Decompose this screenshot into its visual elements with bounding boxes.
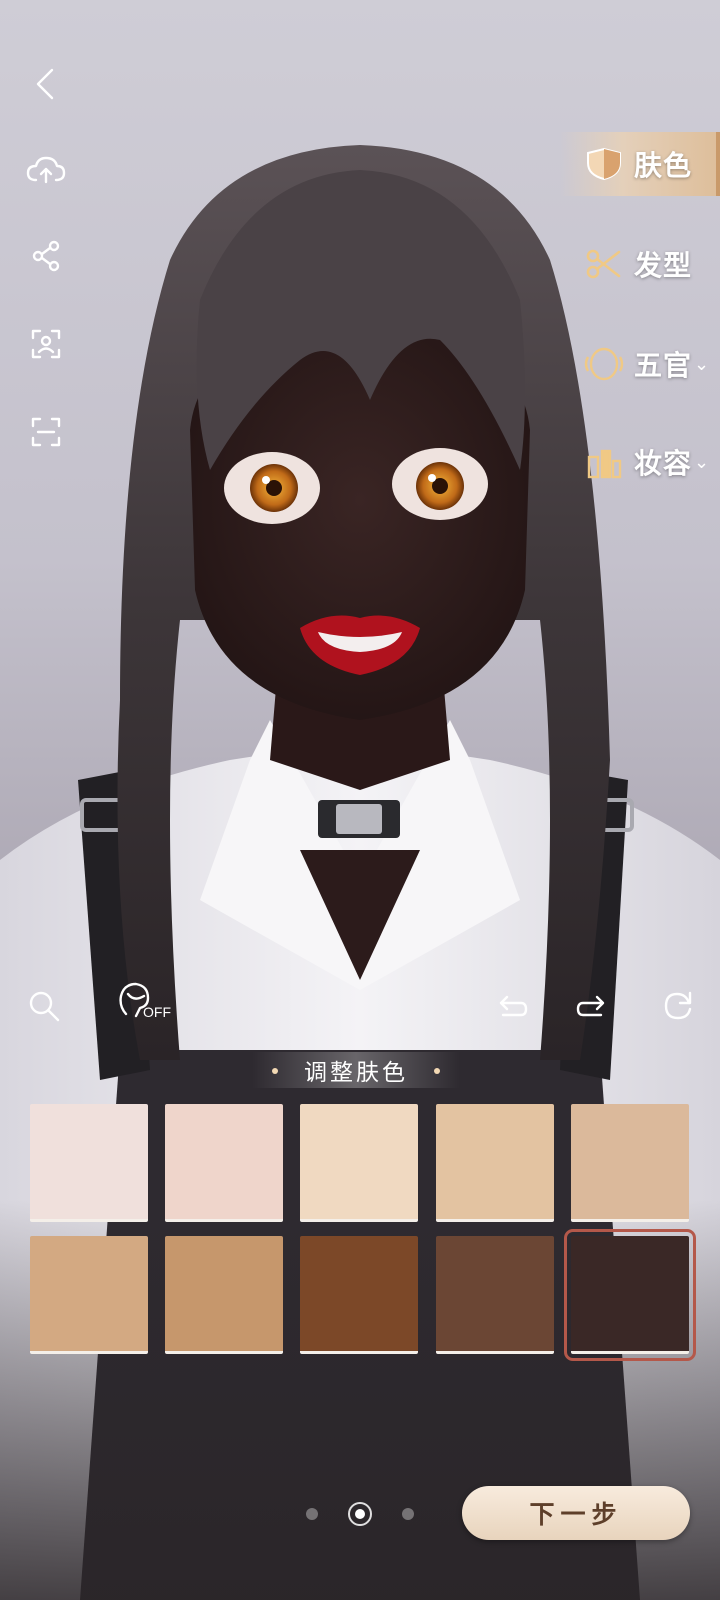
skin-swatch[interactable] — [30, 1236, 148, 1354]
hair-toggle-state: OFF — [143, 1004, 171, 1020]
skin-swatch[interactable] — [300, 1236, 418, 1354]
decor-dot — [434, 1068, 440, 1074]
next-step-button[interactable]: 下一步 — [462, 1486, 690, 1540]
back-button[interactable] — [22, 60, 70, 108]
page-dot-current[interactable] — [348, 1502, 372, 1526]
search-icon — [29, 991, 60, 1022]
tab-hairstyle-label: 发型 — [634, 249, 693, 282]
scan-button[interactable] — [22, 408, 70, 456]
redo-button[interactable] — [570, 984, 614, 1028]
face-scan-button[interactable] — [22, 320, 70, 368]
skin-swatch[interactable] — [165, 1104, 283, 1222]
skin-swatch[interactable] — [30, 1104, 148, 1222]
scissors-icon — [582, 244, 626, 284]
reset-button[interactable] — [656, 984, 700, 1028]
share-button[interactable] — [22, 232, 70, 280]
tab-facial-features[interactable]: 五官 ⌄ — [560, 332, 720, 396]
face-features-icon — [582, 344, 626, 384]
makeup-icon — [582, 442, 626, 482]
undo-button[interactable] — [490, 984, 534, 1028]
decor-dot — [272, 1068, 278, 1074]
chevron-down-icon: ⌄ — [694, 353, 710, 375]
panel-title: 调整肤色 — [252, 1052, 460, 1088]
cloud-upload-button[interactable] — [22, 146, 70, 194]
skin-swatch[interactable] — [436, 1104, 554, 1222]
refresh-icon — [664, 991, 692, 1020]
page-indicator — [300, 1500, 420, 1528]
share-icon — [32, 240, 60, 272]
tab-skin-tone[interactable]: 肤色 — [560, 132, 720, 196]
skin-tone-icon — [582, 144, 626, 184]
chevron-left-icon — [36, 68, 54, 100]
page-dot[interactable] — [306, 1508, 318, 1520]
chevron-down-icon: ⌄ — [694, 451, 710, 473]
cloud-upload-icon — [26, 156, 66, 184]
skin-swatch[interactable] — [300, 1104, 418, 1222]
tab-makeup-label: 妆容 — [634, 447, 693, 480]
skin-swatch[interactable] — [165, 1236, 283, 1354]
undo-icon — [499, 995, 528, 1017]
tab-makeup[interactable]: 妆容 ⌄ — [560, 430, 720, 494]
tab-hairstyle[interactable]: 发型 — [560, 232, 720, 296]
redo-icon — [576, 995, 605, 1017]
tab-facial-features-label: 五官 — [634, 349, 693, 382]
skin-swatch[interactable] — [571, 1104, 689, 1222]
skin-swatch[interactable] — [436, 1236, 554, 1354]
face-scan-icon — [31, 329, 61, 359]
skin-swatch-selected[interactable] — [564, 1229, 696, 1361]
tab-skin-tone-label: 肤色 — [634, 149, 693, 182]
search-button[interactable] — [22, 984, 66, 1028]
page-dot[interactable] — [402, 1508, 414, 1520]
scan-frame-icon — [31, 417, 61, 447]
